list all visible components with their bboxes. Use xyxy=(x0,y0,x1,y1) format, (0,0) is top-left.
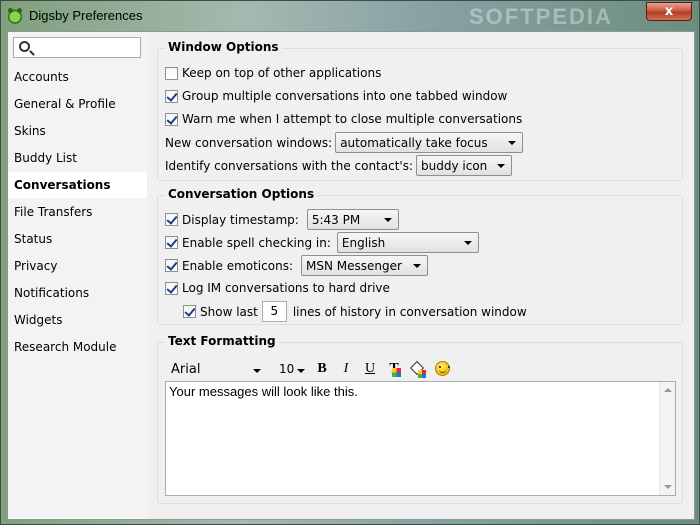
spellcheck-checkbox[interactable] xyxy=(165,236,178,249)
digsby-app-icon xyxy=(7,8,23,24)
group-tabbed-label: Group multiple conversations into one ta… xyxy=(182,89,508,103)
conversation-options-title: Conversation Options xyxy=(165,187,318,201)
group-tabbed-checkbox[interactable] xyxy=(165,89,178,103)
timestamp-checkbox[interactable] xyxy=(165,213,178,226)
sidebar-item-accounts[interactable]: Accounts xyxy=(8,64,147,90)
preview-scrollbar[interactable] xyxy=(659,382,675,495)
warn-close-label: Warn me when I attempt to close multiple… xyxy=(182,112,523,126)
italic-button[interactable]: I xyxy=(335,359,357,379)
keep-on-top-checkbox[interactable] xyxy=(165,66,178,80)
preview-text: Your messages will look like this. xyxy=(169,384,358,399)
sidebar-item-research-module[interactable]: Research Module xyxy=(8,334,147,360)
font-value: Arial xyxy=(171,361,201,377)
text-formatting-group: Text Formatting Arial 10 B I U T xyxy=(157,334,683,504)
color-swatch xyxy=(392,368,401,377)
title-bar[interactable]: Digsby Preferences SOFTPEDIA x xyxy=(1,1,699,31)
font-size-value: 10 xyxy=(279,362,295,376)
emoticons-value: MSN Messenger xyxy=(305,258,402,273)
preferences-window: Digsby Preferences SOFTPEDIA x Accounts … xyxy=(0,0,700,525)
sidebar-item-skins[interactable]: Skins xyxy=(8,118,147,144)
sidebar-item-general-profile[interactable]: General & Profile xyxy=(8,91,147,117)
sidebar-item-status[interactable]: Status xyxy=(8,226,147,252)
watermark: SOFTPEDIA xyxy=(469,4,613,29)
show-last-label: Show last xyxy=(200,304,258,319)
search-box[interactable] xyxy=(13,37,141,58)
search-icon xyxy=(19,41,30,52)
text-formatting-title: Text Formatting xyxy=(165,334,279,348)
sidebar-item-privacy[interactable]: Privacy xyxy=(8,253,147,279)
identify-label: Identify conversations with the contact'… xyxy=(165,158,414,173)
sidebar-item-file-transfers[interactable]: File Transfers xyxy=(8,199,147,225)
close-icon: x xyxy=(664,4,674,19)
timestamp-value: 5:43 PM xyxy=(311,212,361,227)
close-button[interactable]: x xyxy=(646,2,692,21)
window-title: Digsby Preferences xyxy=(29,8,143,23)
sidebar-item-notifications[interactable]: Notifications xyxy=(8,280,147,306)
spellcheck-value: English xyxy=(341,235,386,250)
sidebar: Accounts General & Profile Skins Buddy L… xyxy=(8,32,147,519)
log-checkbox[interactable] xyxy=(165,281,178,295)
new-conversation-dropdown[interactable]: automatically take focus xyxy=(335,132,524,153)
show-last-suffix: lines of history in conversation window xyxy=(292,304,527,319)
identify-value: buddy icon xyxy=(421,158,488,173)
group-tabbed-option[interactable]: Group multiple conversations into one ta… xyxy=(165,86,507,106)
identify-row: Identify conversations with the contact'… xyxy=(165,154,513,177)
font-dropdown[interactable]: Arial xyxy=(165,362,265,377)
sidebar-item-widgets[interactable]: Widgets xyxy=(8,307,147,333)
warn-close-checkbox[interactable] xyxy=(165,112,178,126)
history-lines-input[interactable]: 5 xyxy=(261,301,287,322)
timestamp-dropdown[interactable]: 5:43 PM xyxy=(306,209,399,230)
new-conversation-label: New conversation windows: xyxy=(165,135,333,150)
color-swatch xyxy=(418,370,426,378)
chevron-down-icon xyxy=(508,141,517,145)
keep-on-top-label: Keep on top of other applications xyxy=(182,66,382,80)
show-last-option[interactable]: Show last 5 lines of history in conversa… xyxy=(183,300,527,323)
emoticons-dropdown[interactable]: MSN Messenger xyxy=(300,255,428,276)
emoticon-button[interactable] xyxy=(431,359,453,379)
emoticons-checkbox[interactable] xyxy=(165,259,178,272)
show-last-checkbox[interactable] xyxy=(183,305,196,318)
window-options-title: Window Options xyxy=(165,40,282,54)
scroll-down-icon[interactable] xyxy=(664,485,672,489)
timestamp-label: Display timestamp: xyxy=(182,212,299,227)
keep-on-top-option[interactable]: Keep on top of other applications xyxy=(165,63,381,83)
chevron-down-icon xyxy=(297,369,305,373)
smiley-icon xyxy=(434,361,450,376)
warn-close-option[interactable]: Warn me when I attempt to close multiple… xyxy=(165,109,522,129)
chevron-down-icon xyxy=(253,368,261,373)
sidebar-item-conversations[interactable]: Conversations xyxy=(8,172,147,198)
chevron-down-icon xyxy=(463,241,472,245)
identify-dropdown[interactable]: buddy icon xyxy=(416,155,513,176)
window-options-group: Window Options Keep on top of other appl… xyxy=(157,40,683,181)
background-color-button[interactable] xyxy=(407,359,429,379)
scroll-up-icon[interactable] xyxy=(664,388,672,392)
chevron-down-icon xyxy=(383,218,392,222)
chevron-down-icon xyxy=(412,264,421,268)
timestamp-option[interactable]: Display timestamp: 5:43 PM xyxy=(165,208,399,231)
chevron-down-icon xyxy=(497,164,506,168)
format-preview-box[interactable]: Your messages will look like this. xyxy=(165,381,676,496)
spellcheck-label: Enable spell checking in: xyxy=(182,235,331,250)
emoticons-label: Enable emoticons: xyxy=(182,258,293,273)
bold-button[interactable]: B xyxy=(311,359,333,379)
client-area: Accounts General & Profile Skins Buddy L… xyxy=(7,31,695,520)
search-input[interactable] xyxy=(36,39,136,56)
font-size-dropdown[interactable]: 10 xyxy=(273,362,309,376)
emoticons-option[interactable]: Enable emoticons: MSN Messenger xyxy=(165,254,428,277)
main-panel: Window Options Keep on top of other appl… xyxy=(147,32,694,519)
conversation-options-group: Conversation Options Display timestamp: … xyxy=(157,187,683,325)
spellcheck-option[interactable]: Enable spell checking in: English xyxy=(165,231,479,254)
spellcheck-language-dropdown[interactable]: English xyxy=(336,232,479,253)
formatting-toolbar: Arial 10 B I U T xyxy=(165,358,675,380)
new-conversation-value: automatically take focus xyxy=(340,135,488,150)
log-label: Log IM conversations to hard drive xyxy=(182,281,390,295)
sidebar-item-buddy-list[interactable]: Buddy List xyxy=(8,145,147,171)
text-color-button[interactable]: T xyxy=(383,359,405,379)
new-conversation-row: New conversation windows: automatically … xyxy=(165,131,524,154)
underline-button[interactable]: U xyxy=(359,359,381,379)
log-option[interactable]: Log IM conversations to hard drive xyxy=(165,278,390,298)
